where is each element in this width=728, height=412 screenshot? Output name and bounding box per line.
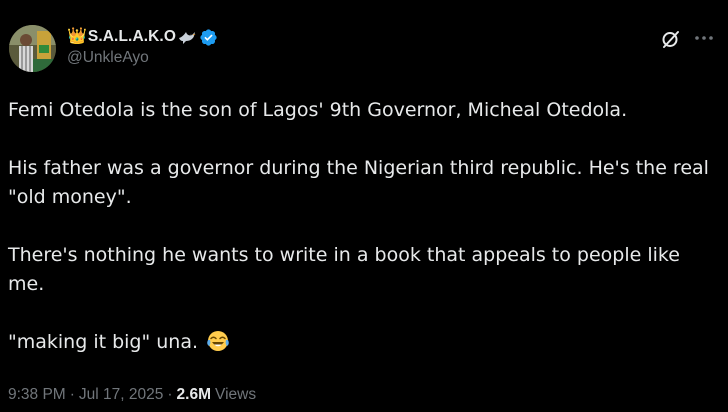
- author-name-row[interactable]: 👑 S.A.L.A.K.O: [67, 26, 218, 48]
- avatar[interactable]: [9, 25, 56, 72]
- avatar-image: [9, 25, 56, 72]
- tweet-paragraph-text: "making it big" una.: [8, 331, 199, 353]
- views-label: Views: [215, 386, 257, 403]
- tears-of-joy-emoji-icon: [206, 329, 230, 353]
- author-display-name[interactable]: S.A.L.A.K.O: [88, 28, 176, 46]
- tweet-time[interactable]: 9:38 PM: [8, 386, 66, 404]
- tweet-paragraph: Femi Otedola is the son of Lagos' 9th Go…: [8, 99, 628, 121]
- views-count[interactable]: 2.6M: [177, 386, 211, 404]
- tweet-text: Femi Otedola is the son of Lagos' 9th Go…: [8, 96, 720, 357]
- tweet-date[interactable]: Jul 17, 2025: [79, 386, 163, 404]
- dove-emoji-icon: [178, 29, 196, 45]
- author-handle[interactable]: @UnkleAyo: [67, 49, 218, 67]
- tweet: 👑 S.A.L.A.K.O @UnkleAyo Femi Otedola is …: [0, 0, 728, 412]
- meta-separator: ·: [167, 386, 173, 403]
- tweet-meta: 9:38 PM · Jul 17, 2025 · 2.6M Views: [8, 386, 256, 404]
- tweet-paragraph: His father was a governor during the Nig…: [8, 157, 709, 208]
- grok-icon[interactable]: [659, 27, 683, 51]
- author-info: 👑 S.A.L.A.K.O @UnkleAyo: [67, 26, 218, 67]
- more-options-icon[interactable]: [692, 28, 716, 48]
- verified-badge-icon[interactable]: [199, 28, 218, 47]
- crown-emoji: 👑: [67, 28, 87, 45]
- tweet-paragraph: There's nothing he wants to write in a b…: [8, 244, 680, 295]
- meta-separator: ·: [69, 386, 75, 403]
- tweet-paragraph-last: "making it big" una.: [8, 328, 720, 357]
